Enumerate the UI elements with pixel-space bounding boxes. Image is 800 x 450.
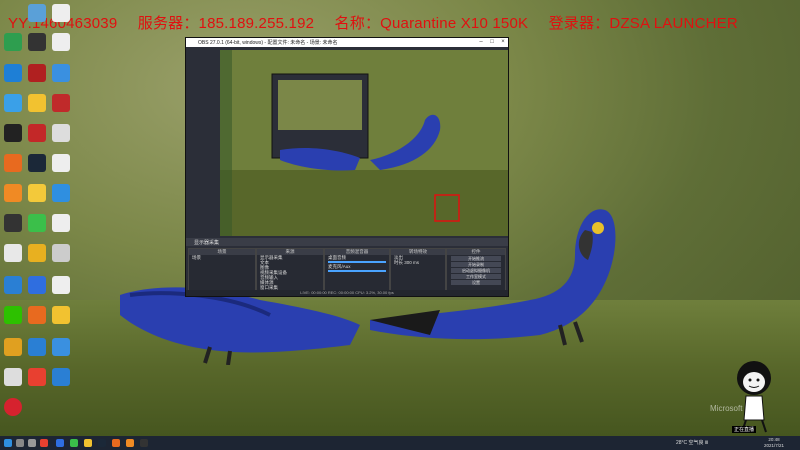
desktop-icon-yellow[interactable]	[28, 244, 46, 262]
desktop-icon-shield[interactable]	[4, 33, 22, 51]
desktop-icon-monitor[interactable]	[52, 368, 70, 386]
audio-mixer-dock[interactable]: 音频混音器 桌面音频 麦克风/Aux	[324, 248, 390, 294]
obs-status-bar: LIVE: 00:00:00 REC: 00:00:00 CPU: 3.2%, …	[186, 290, 508, 296]
desktop-icon-settings[interactable]	[28, 338, 46, 356]
obs-window-title: OBS 27.0.1 (64-bit, windows) - 配置文件: 未命名…	[198, 40, 338, 46]
server-address-text: 服务器：185.189.255.192	[137, 15, 315, 32]
desktop-icon-network[interactable]	[52, 338, 70, 356]
virtual-camera-button[interactable]: 启动虚拟摄像机	[451, 268, 501, 273]
task-view-icon[interactable]	[28, 439, 36, 447]
taskbar-app-icon[interactable]	[140, 439, 148, 447]
desktop-icon-document-3[interactable]	[52, 154, 70, 172]
volume-slider[interactable]	[328, 261, 386, 263]
scenes-dock[interactable]: 场景 场景	[188, 248, 256, 294]
obs-preview-image	[220, 50, 508, 236]
desktop-icon-qq[interactable]	[4, 244, 22, 262]
start-icon[interactable]	[4, 439, 12, 447]
start-streaming-button[interactable]: 开始推流	[451, 256, 501, 261]
desktop-icon-mascot[interactable]	[28, 184, 46, 202]
taskbar-app-icon[interactable]	[40, 439, 48, 447]
taskbar-app-icon[interactable]	[70, 439, 78, 447]
system-tray-weather[interactable]: 28°C 空气良 Ⅲ	[676, 439, 708, 446]
obs-preview-canvas[interactable]	[220, 50, 508, 236]
controls-title: 控件	[447, 249, 505, 255]
desktop-icon-kuaishou[interactable]	[52, 124, 70, 142]
desktop-icon-computer[interactable]	[28, 4, 46, 22]
desktop-icon-chrome-3[interactable]	[52, 306, 70, 324]
desktop-icon-document-2[interactable]	[52, 33, 70, 51]
desktop-icon-tool[interactable]	[28, 64, 46, 82]
desktop-icon-edge[interactable]	[4, 64, 22, 82]
server-name-text: 名称：Quarantine X10 150K	[334, 15, 529, 32]
desktop-icon-green[interactable]	[28, 214, 46, 232]
mascot-caption: 正在直播	[732, 426, 757, 433]
obs-titlebar[interactable]: OBS 27.0.1 (64-bit, windows) - 配置文件: 未命名…	[186, 38, 508, 47]
studio-mode-button[interactable]: 工作室模式	[451, 274, 501, 279]
desktop-icon-document[interactable]	[52, 4, 70, 22]
close-icon[interactable]: ×	[498, 38, 508, 47]
clock-date: 2021/7/21	[763, 443, 785, 448]
desktop-icon-folder[interactable]	[4, 338, 22, 356]
desktop-icon-chrome[interactable]	[28, 94, 46, 112]
desktop-icon-steam[interactable]	[28, 154, 46, 172]
desktop-icon-obs[interactable]	[4, 124, 22, 142]
desktop-icon-app-dark[interactable]	[28, 33, 46, 51]
desktop-icon-wechat[interactable]	[4, 306, 22, 324]
mascot-sticker	[737, 361, 771, 433]
settings-button[interactable]: 设置	[451, 280, 501, 285]
search-icon[interactable]	[16, 439, 24, 447]
minimize-icon[interactable]: –	[476, 38, 486, 47]
sources-dock[interactable]: 来源 显示器采集 文本 图像 视频采集设备 音频输入 媒体源 窗口采集	[256, 248, 324, 294]
desktop-icon-browser[interactable]	[4, 94, 22, 112]
desktop-icon-home[interactable]	[52, 184, 70, 202]
start-recording-button[interactable]: 开始录制	[451, 262, 501, 267]
desktop-icon-app-orange[interactable]	[4, 154, 22, 172]
obs-window[interactable]: OBS 27.0.1 (64-bit, windows) - 配置文件: 未命名…	[185, 37, 509, 297]
volume-slider[interactable]	[328, 270, 386, 272]
taskbar-clock[interactable]: 20:48 2021/7/21	[760, 437, 788, 449]
desktop-icon-game-red[interactable]	[52, 94, 70, 112]
desktop-icon-screenshot[interactable]	[4, 368, 22, 386]
desktop-icon-netease[interactable]	[4, 398, 22, 416]
controls-dock[interactable]: 控件 开始推流 开始录制 启动虚拟摄像机 工作室模式 设置	[446, 248, 506, 294]
taskbar-app-icon[interactable]	[56, 439, 64, 447]
windows-taskbar: 28°C 空气良 Ⅲ 20:48 2021/7/21	[0, 436, 800, 450]
desktop-icon-firefox[interactable]	[4, 184, 22, 202]
transitions-dock[interactable]: 转场特效 淡出 时长 300 ms	[390, 248, 446, 294]
taskbar-app-icon[interactable]	[98, 439, 106, 447]
desktop-icon-document-5[interactable]	[52, 276, 70, 294]
taskbar-app-icon[interactable]	[84, 439, 92, 447]
taskbar-app-icon[interactable]	[112, 439, 120, 447]
stream-info-overlay: YY:1460463039 服务器：185.189.255.192 名称：Qua…	[8, 12, 754, 33]
mixer-channel: 桌面音频	[328, 255, 346, 260]
desktop-icon-cloud[interactable]	[28, 306, 46, 324]
desktop-icon-blue[interactable]	[28, 276, 46, 294]
launcher-text: 登录器：DZSA LAUNCHER	[548, 15, 738, 32]
desktop-icon-calculator[interactable]	[52, 244, 70, 262]
desktop-icon-chrome-2[interactable]	[28, 368, 46, 386]
desktop-icon-search[interactable]	[4, 276, 22, 294]
desktop-icon-document-4[interactable]	[52, 214, 70, 232]
desktop-icon-paper-plane[interactable]	[52, 64, 70, 82]
obs-toolbar-label: 显示器采集	[194, 240, 220, 246]
transition-duration[interactable]: 时长 300 ms	[391, 260, 445, 265]
desktop-icon-player[interactable]	[28, 124, 46, 142]
obs-source-toolbar[interactable]: 显示器采集	[186, 238, 508, 246]
desktop-icon-game[interactable]	[4, 214, 22, 232]
mixer-channel: 麦克风/Aux	[328, 264, 351, 269]
maximize-icon[interactable]: □	[487, 38, 497, 47]
scene-item[interactable]: 场景	[189, 255, 255, 260]
taskbar-app-icon[interactable]	[126, 439, 134, 447]
